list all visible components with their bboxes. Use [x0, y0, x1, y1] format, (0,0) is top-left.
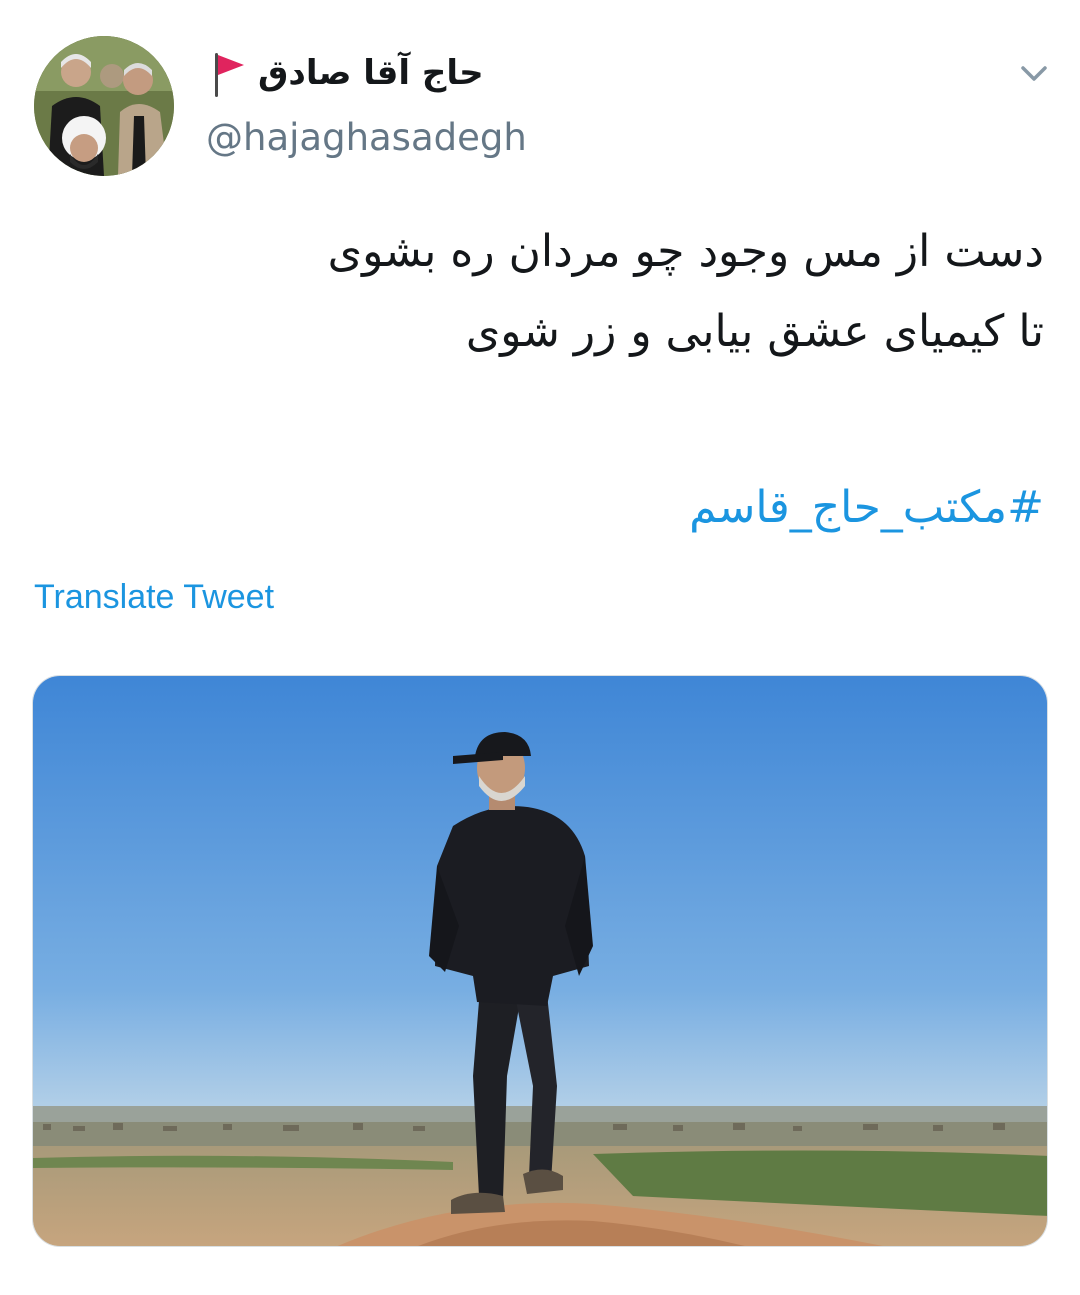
user-handle[interactable]: @hajaghasadegh	[206, 116, 527, 159]
chevron-down-icon	[1021, 66, 1047, 81]
display-name[interactable]: حاج آقا صادق	[258, 53, 484, 93]
avatar[interactable]	[34, 36, 174, 176]
tweet-text: دست از مس وجود چو مردان ره بشوی تا کیمیا…	[44, 212, 1044, 372]
tweet-media-image[interactable]	[32, 675, 1048, 1247]
hashtag-link[interactable]: #مکتب_حاج_قاسم	[689, 468, 1044, 548]
tweet-text-line: دست از مس وجود چو مردان ره بشوی	[327, 226, 1044, 277]
more-options-button[interactable]	[1012, 54, 1056, 94]
photo-man-on-hill	[33, 676, 1047, 1246]
translate-tweet-link[interactable]: Translate Tweet	[34, 578, 274, 617]
red-flag-icon	[215, 53, 244, 97]
tweet-card: حاج آقا صادق @hajaghasadegh دست از مس وج…	[0, 0, 1080, 1295]
avatar-photo	[34, 36, 174, 176]
user-name-row[interactable]: حاج آقا صادق	[210, 44, 510, 102]
tweet-text-line: تا کیمیای عشق بیابی و زر شوی	[465, 306, 1044, 357]
